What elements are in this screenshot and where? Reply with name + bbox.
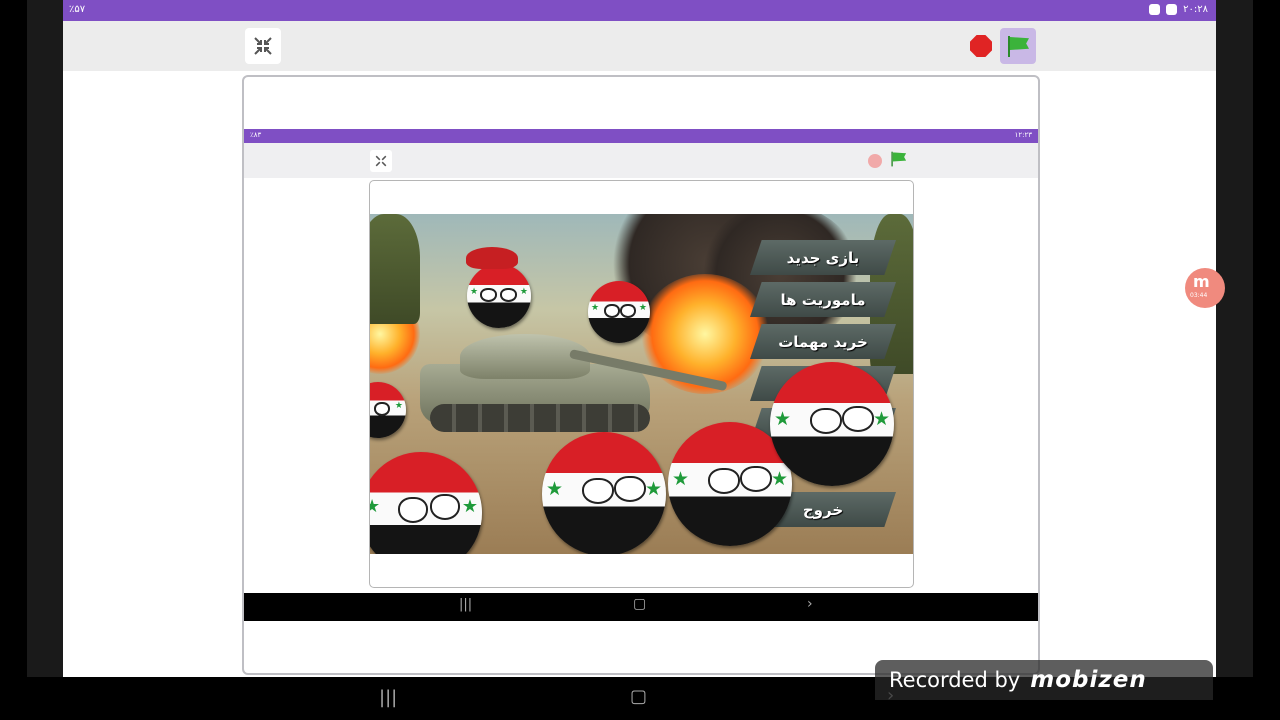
back-icon[interactable]: › (807, 596, 813, 612)
tank (400, 324, 730, 434)
country-ball[interactable]: ★ ★ (770, 362, 894, 486)
status-bar: ٪۵۷ ۲۰:۲۸ (63, 0, 1216, 21)
home-icon[interactable]: ▢ (633, 596, 646, 612)
status-time: ۲۰:۲۸ (1183, 4, 1208, 15)
recorder-floating-button[interactable]: m 03:44 (1185, 268, 1225, 308)
recording-timer: 03:44 (1190, 292, 1208, 299)
inner-navigation-bar: ||| ▢ › (244, 593, 1038, 621)
exit-fullscreen-button[interactable] (245, 28, 281, 64)
missions-button[interactable]: ماموریت ها (750, 282, 896, 317)
recording-watermark: Recorded by mobizen (875, 660, 1213, 700)
inner-stop-icon[interactable] (868, 154, 882, 168)
recents-icon[interactable]: ||| (379, 687, 397, 708)
watermark-prefix: Recorded by (889, 668, 1021, 692)
new-game-button[interactable]: بازی جدید (750, 240, 896, 275)
inner-player-toolbar (244, 143, 1038, 178)
country-ball[interactable]: ★ ★ (588, 281, 650, 343)
green-flag-button[interactable] (1000, 28, 1036, 64)
buy-ammo-button[interactable]: خرید مهمات (750, 324, 896, 359)
battery-indicator: ٪۵۷ (69, 4, 86, 15)
palm-tree (370, 214, 420, 324)
game-stage[interactable]: بازی جدید ماموریت ها خرید مهمات خروج ★ ★… (369, 180, 914, 588)
stop-icon (970, 35, 992, 57)
country-ball[interactable]: ★ ★ (467, 264, 531, 328)
inner-exit-fullscreen-button[interactable] (370, 150, 392, 172)
red-beret (466, 247, 518, 269)
country-ball[interactable]: ★ ★ (370, 452, 482, 554)
fullscreen-exit-icon (254, 37, 272, 55)
inner-status-time: ۱۲:۲۳ (1014, 131, 1032, 139)
mobizen-notification-icon (1166, 4, 1178, 15)
inner-green-flag-button[interactable] (890, 151, 907, 167)
stage-frame: ٪۸۳ ۱۲:۲۳ بازی جدید ماموریت ها خرید مهما… (242, 75, 1040, 675)
inner-status-bar: ٪۸۳ ۱۲:۲۳ (244, 129, 1038, 143)
player-toolbar (63, 21, 1216, 71)
inner-battery-indicator: ٪۸۳ (250, 131, 262, 139)
green-flag-icon (1006, 35, 1030, 57)
app-notification-icon (1149, 4, 1161, 15)
watermark-brand: mobizen (1030, 667, 1147, 693)
home-icon[interactable]: ▢ (630, 686, 647, 707)
fullscreen-exit-icon (375, 155, 387, 167)
green-flag-icon (890, 151, 907, 167)
country-ball[interactable]: ★ ★ (542, 432, 666, 554)
stop-button[interactable] (963, 28, 999, 64)
game-scene[interactable]: بازی جدید ماموریت ها خرید مهمات خروج ★ ★… (370, 214, 913, 554)
recents-icon[interactable]: ||| (459, 597, 472, 612)
